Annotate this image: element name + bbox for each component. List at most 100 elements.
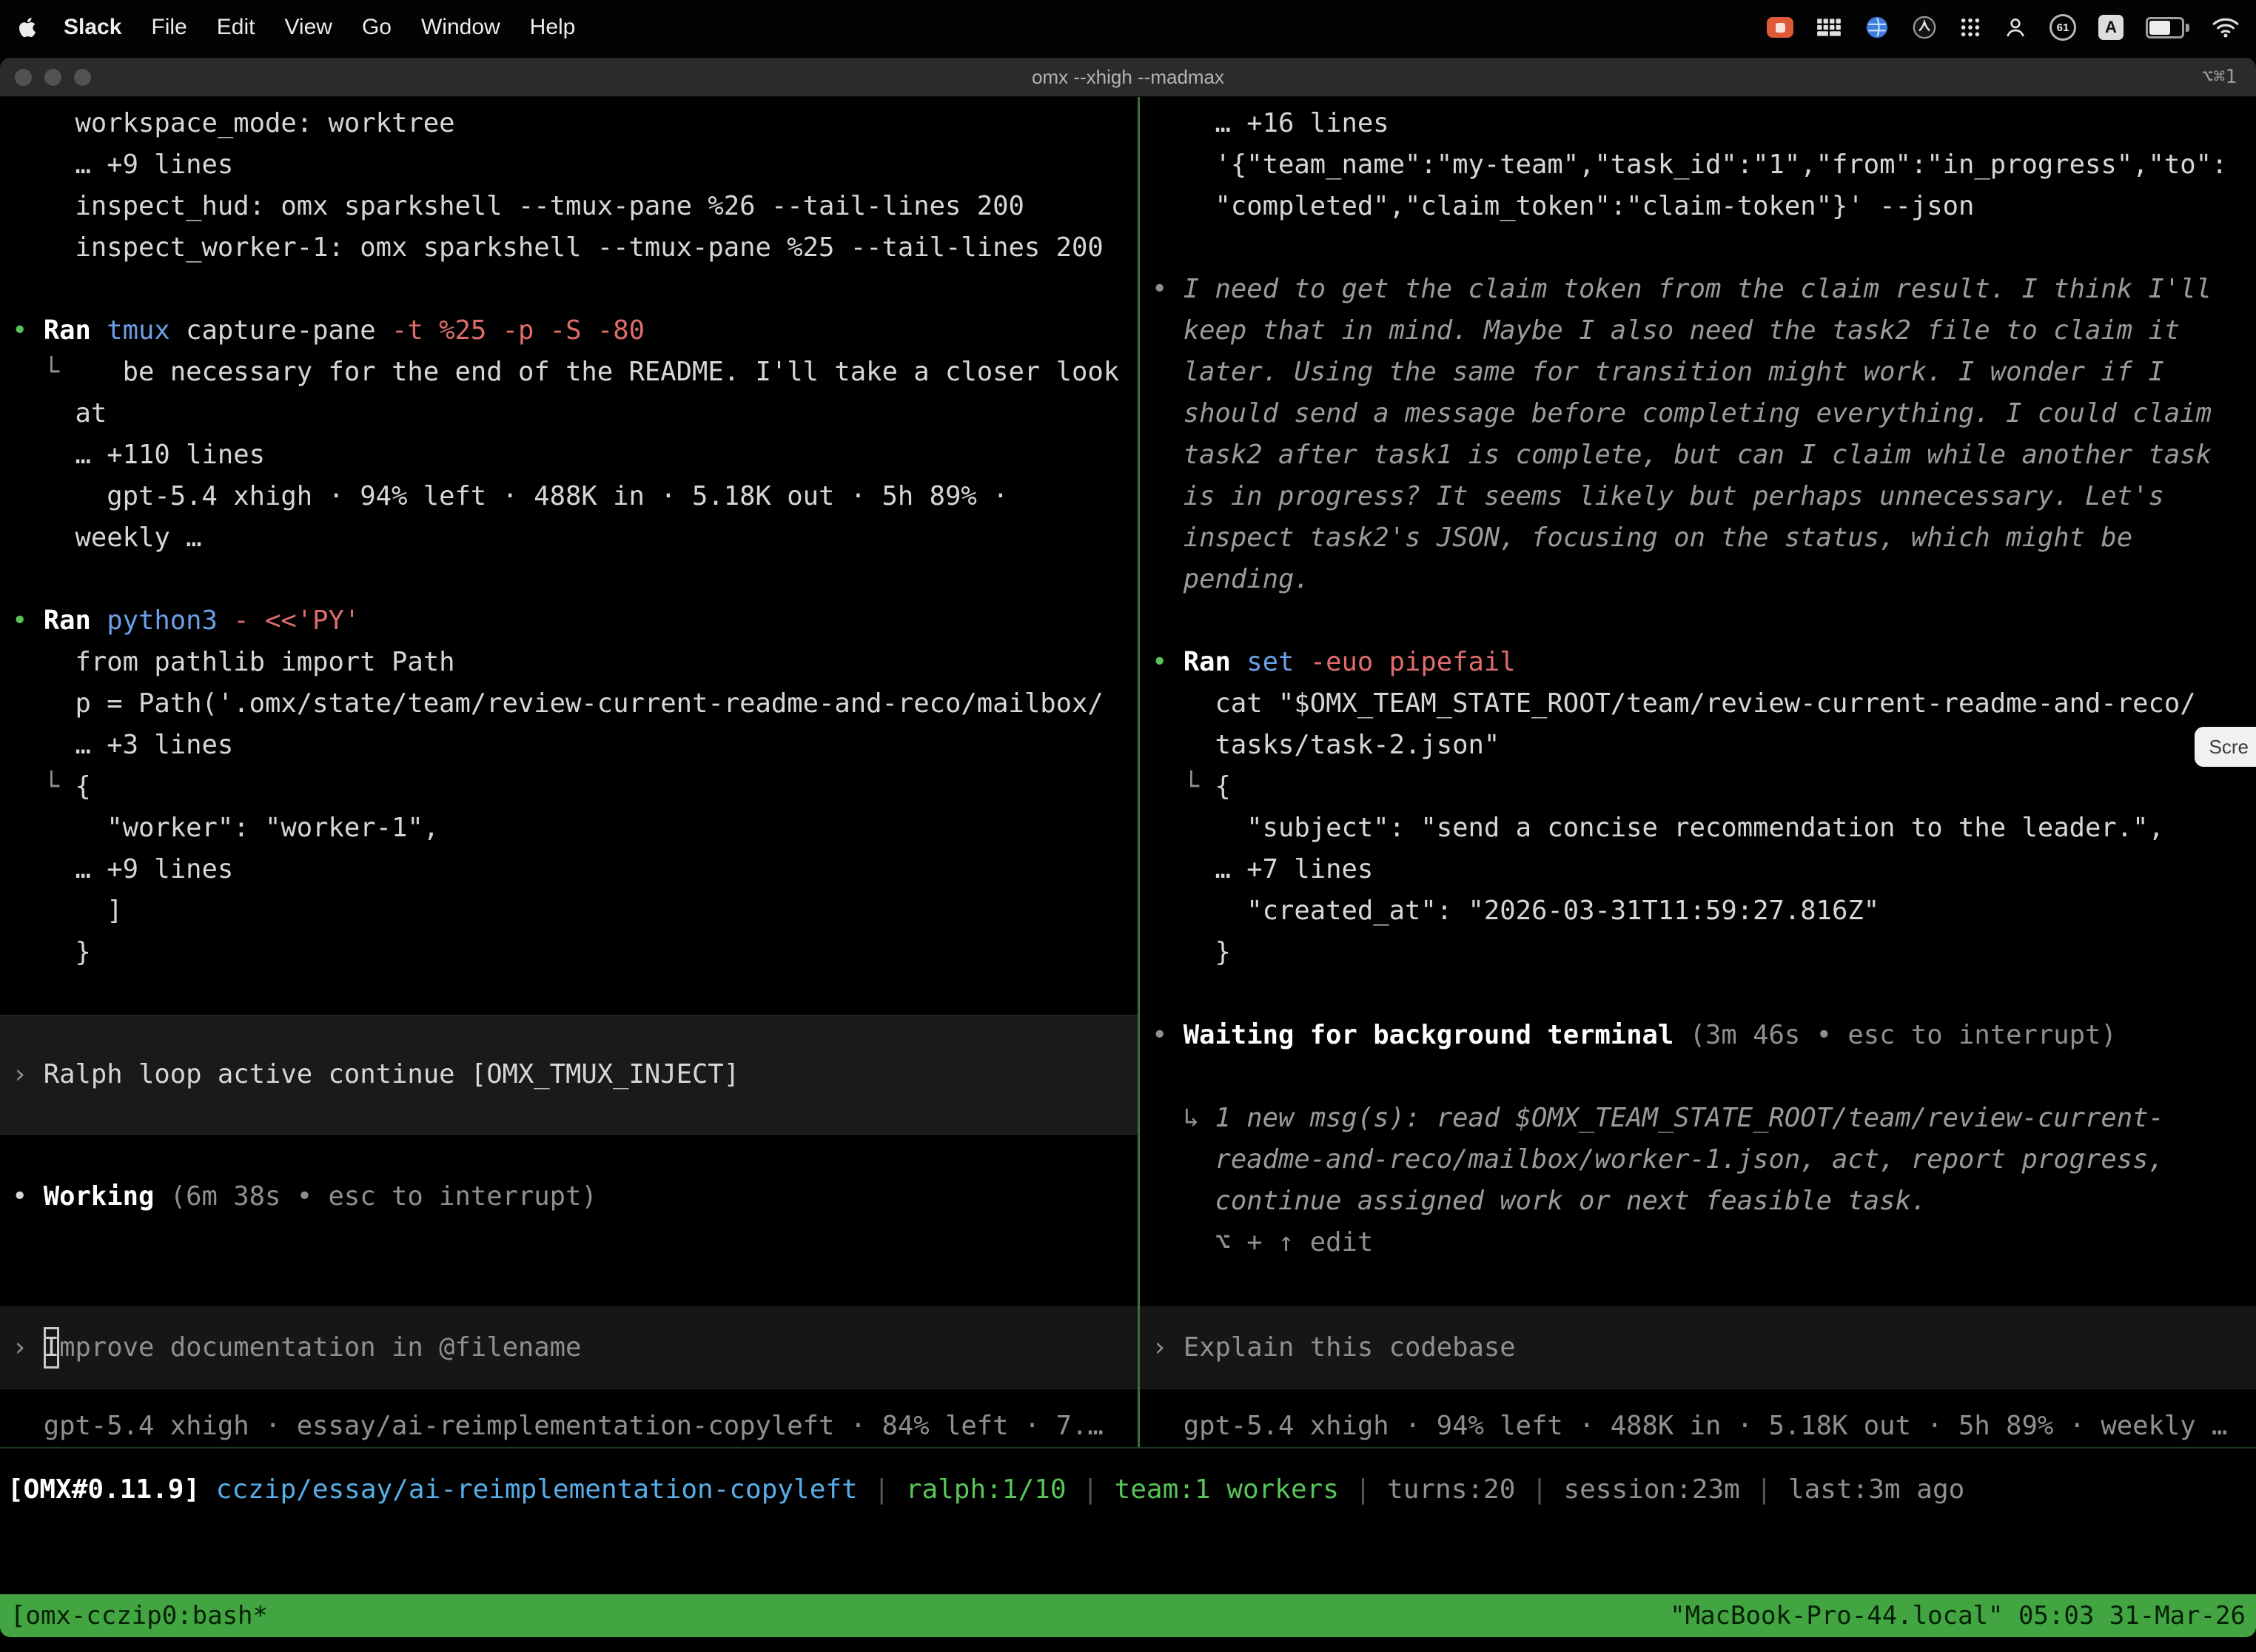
terminal-line: └ { — [0, 766, 1138, 807]
text-segment: from pathlib import Path — [12, 647, 454, 677]
wifi-icon[interactable] — [2212, 16, 2240, 38]
terminal-line — [0, 1135, 1138, 1176]
text-segment: … +3 lines — [12, 730, 233, 760]
text-segment: python3 — [107, 605, 233, 636]
menu-item-window[interactable]: Window — [406, 0, 515, 55]
zoom-button[interactable] — [74, 69, 91, 86]
text-segment: └ — [1152, 771, 1215, 802]
text-segment: • — [1152, 1020, 1184, 1050]
text-segment: gpt-5.4 xhigh · 94% left · 488K in · 5.1… — [12, 481, 1009, 511]
terminal-line: inspect_hud: omx sparkshell --tmux-pane … — [0, 186, 1138, 227]
text-segment: "completed","claim_token":"claim-token"}… — [1152, 191, 1974, 221]
text-segment: Ran — [44, 605, 107, 636]
text-segment: | — [1339, 1474, 1387, 1505]
text-segment: readme-and-reco/mailbox/worker-1.json, a… — [1152, 1144, 2164, 1175]
terminal-window: omx --xhigh --madmax ⌥⌘1 workspace_mode:… — [0, 58, 2256, 1637]
prompt-input[interactable]: › Explain this codebase — [1140, 1306, 2256, 1389]
terminal-line: ↳ 1 new msg(s): read $OMX_TEAM_STATE_ROO… — [1140, 1098, 2256, 1139]
dots-grid-icon[interactable] — [1959, 16, 1981, 38]
text-segment: Explain this codebase — [1184, 1327, 1516, 1369]
text-segment: tasks/task-2.json" — [1152, 730, 1500, 760]
text-segment: ralph:1/10 — [906, 1474, 1067, 1505]
input-source-icon[interactable]: A — [2098, 15, 2124, 40]
terminal-line: … +110 lines — [0, 434, 1138, 476]
minimize-button[interactable] — [44, 69, 61, 86]
menu-item-slack[interactable]: Slack — [49, 0, 136, 55]
text-segment: gpt-5.4 xhigh · essay/ai-reimplementatio… — [12, 1411, 1104, 1441]
text-segment: mprove documentation in @filename — [59, 1327, 581, 1369]
battery-gauge-icon[interactable]: 61 — [2049, 14, 2076, 41]
menu-item-edit[interactable]: Edit — [202, 0, 270, 55]
terminal-line: readme-and-reco/mailbox/worker-1.json, a… — [1140, 1139, 2256, 1181]
text-segment: { — [1215, 771, 1231, 802]
text-segment: • — [1152, 274, 1184, 304]
text-segment: be necessary for the end of the README. … — [123, 357, 1120, 387]
terminal-line: • I need to get the claim token from the… — [1140, 269, 2256, 310]
text-segment: … +110 lines — [12, 440, 265, 470]
terminal-line: pending. — [1140, 559, 2256, 600]
terminal-line: cat "$OMX_TEAM_STATE_ROOT/team/review-cu… — [1140, 683, 2256, 725]
profile-icon[interactable] — [2004, 16, 2027, 39]
text-segment: task2 after task1 is complete, but can I… — [1152, 440, 2212, 470]
omx-status-line: [OMX#0.11.9] cczip/essay/ai-reimplementa… — [0, 1469, 2256, 1511]
text-segment: p = Path('.omx/state/team/review-current… — [12, 688, 1104, 719]
menu-item-help[interactable]: Help — [515, 0, 591, 55]
terminal-line: gpt-5.4 xhigh · 94% left · 488K in · 5.1… — [0, 476, 1138, 517]
text-segment: "worker": "worker-1", — [12, 813, 439, 843]
terminal-content: workspace_mode: worktree … +9 lines insp… — [0, 97, 2256, 1637]
screen-recording-indicator-icon[interactable] — [1767, 17, 1793, 38]
text-segment: keep that in mind. Maybe I also need the… — [1152, 315, 2180, 346]
terminal-line: "completed","claim_token":"claim-token"}… — [1140, 186, 2256, 227]
blue-app-icon[interactable] — [1864, 15, 1890, 40]
pane-status-line: gpt-5.4 xhigh · 94% left · 488K in · 5.1… — [1140, 1406, 2256, 1447]
terminal-line: workspace_mode: worktree — [0, 103, 1138, 144]
keyboard-grid-icon[interactable] — [1816, 17, 1842, 38]
battery-nub — [2186, 24, 2189, 32]
title-bar: omx --xhigh --madmax ⌥⌘1 — [0, 58, 2256, 97]
prompt-input[interactable]: › Improve documentation in @filename — [0, 1306, 1138, 1389]
text-segment: ] — [12, 896, 123, 926]
text-segment: set — [1246, 647, 1310, 677]
dark-app-icon[interactable] — [1912, 15, 1937, 40]
text-segment: is in progress? It seems likely but perh… — [1152, 481, 2164, 511]
tmux-status-bar: [omx-cczip0:bash* "MacBook-Pro-44.local"… — [0, 1594, 2256, 1637]
pane-worker[interactable]: workspace_mode: worktree … +9 lines insp… — [0, 97, 1138, 1447]
inject-banner: › Ralph loop active continue [OMX_TMUX_I… — [0, 1015, 1138, 1135]
menu-item-go[interactable]: Go — [347, 0, 406, 55]
text-segment: Ran — [44, 315, 107, 346]
terminal-line — [0, 973, 1138, 1015]
terminal-line: • Ran tmux capture-pane -t %25 -p -S -80 — [0, 310, 1138, 352]
apple-icon — [18, 16, 37, 38]
text-segment: Ralph loop active continue [OMX_TMUX_INJ… — [44, 1054, 739, 1095]
text-segment: (3m 46s • esc to interrupt) — [1690, 1020, 2117, 1050]
menu-item-file[interactable]: File — [136, 0, 201, 55]
terminal-line: should send a message before completing … — [1140, 393, 2256, 434]
pane-hud[interactable]: … +16 lines '{"team_name":"my-team","tas… — [1140, 97, 2256, 1447]
menu-bar-status-items: 61 A — [1767, 14, 2243, 41]
terminal-line: keep that in mind. Maybe I also need the… — [1140, 310, 2256, 352]
battery-fill — [2149, 21, 2170, 35]
text-segment: -t %25 -p -S -80 — [392, 315, 645, 346]
terminal-line: at — [0, 393, 1138, 434]
text-segment: (6m 38s • esc to interrupt) — [170, 1181, 597, 1212]
terminal-line: } — [1140, 932, 2256, 973]
menu-bar-left: Slack File Edit View Go Window Help — [13, 0, 590, 55]
battery-icon[interactable] — [2146, 17, 2189, 38]
terminal-line: task2 after task1 is complete, but can I… — [1140, 434, 2256, 476]
screen-share-pill[interactable]: Scre — [2195, 727, 2256, 767]
terminal-line: from pathlib import Path — [0, 642, 1138, 683]
text-segment: • — [12, 315, 44, 346]
text-segment: continue assigned work or next feasible … — [1152, 1186, 1927, 1216]
apple-menu[interactable] — [13, 16, 49, 38]
terminal-line: later. Using the same for transition mig… — [1140, 352, 2256, 393]
text-segment — [200, 1474, 216, 1505]
terminal-line: "created_at": "2026-03-31T11:59:27.816Z" — [1140, 890, 2256, 932]
text-segment: ⌥ + ↑ edit — [1152, 1227, 1373, 1258]
text-segment: … +16 lines — [1152, 108, 1389, 138]
text-segment: Working — [44, 1181, 170, 1212]
text-segment: "subject": "send a concise recommendatio… — [1152, 813, 2164, 843]
menu-item-view[interactable]: View — [269, 0, 346, 55]
text-segment: └ — [12, 771, 75, 802]
close-button[interactable] — [15, 69, 32, 86]
menu-bar: Slack File Edit View Go Window Help 61 A — [0, 0, 2256, 55]
